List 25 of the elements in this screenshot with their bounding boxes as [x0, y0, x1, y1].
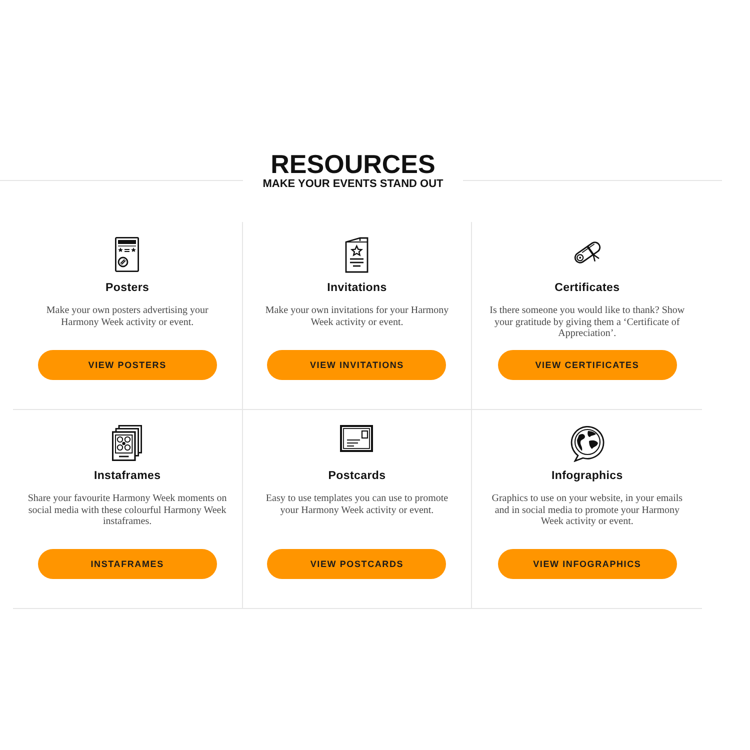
resource-button[interactable]: VIEW POSTERS [38, 350, 217, 380]
resource-button[interactable]: VIEW INFOGRAPHICS [498, 549, 677, 579]
page-title: RESOURCES [270, 150, 436, 178]
card-description: Easy to use templates you can use to promote your Harmony Week activity or event. [264, 493, 450, 516]
card-description: Graphics to use on your website, in your emails and in social media to promote your Harmony Week activity or event. [490, 493, 684, 528]
postcard-icon [340, 425, 374, 452]
card-title: Postcards [328, 469, 386, 483]
page-subtitle: MAKE YOUR EVENTS STAND OUT [262, 178, 444, 191]
card-title: Invitations [327, 281, 387, 295]
invitation-card-icon [344, 237, 369, 273]
card-description: Make your own posters advertising your Harmony Week activity or event. [45, 305, 210, 328]
card-title: Certificates [554, 281, 620, 295]
resource-button[interactable]: VIEW POSTCARDS [267, 549, 446, 579]
photo-frames-icon [112, 425, 142, 461]
poster-icon [115, 237, 140, 272]
resource-button[interactable]: VIEW INVITATIONS [267, 350, 446, 380]
card-description: Share your favourite Harmony Week moments on social media with these colourful Harmony Week instaframes. [27, 493, 228, 528]
resource-button[interactable]: INSTAFRAMES [38, 549, 217, 579]
card-description: Make your own invitations for your Harmony Week activity or event. [264, 305, 450, 328]
card-title: Infographics [551, 469, 623, 483]
resource-button[interactable]: VIEW CERTIFICATES [498, 350, 677, 380]
card-title: Posters [106, 281, 150, 295]
card-description: Is there someone you would like to thank? Show your gratitude by giving them a ‘Certificate of Appreciation’. [488, 305, 686, 340]
card-title: Instaframes [94, 469, 161, 483]
globe-speech-bubble-icon [570, 425, 605, 462]
